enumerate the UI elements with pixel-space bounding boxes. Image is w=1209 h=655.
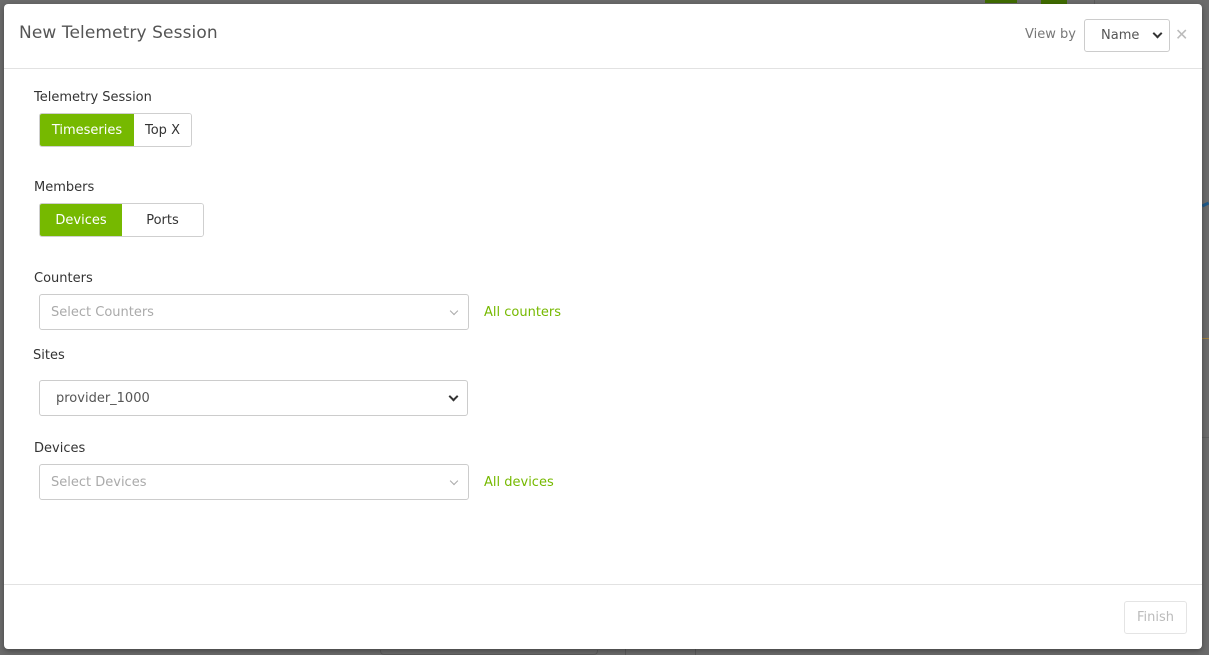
close-icon[interactable]: ✕: [1175, 25, 1188, 45]
sites-label: Sites: [33, 348, 65, 363]
view-by-select[interactable]: Name: [1084, 19, 1170, 52]
background-element: [1202, 437, 1209, 438]
telemetry-session-toggle: Timeseries Top X: [39, 113, 192, 147]
counters-select[interactable]: Select Counters: [39, 294, 469, 330]
chevron-down-icon: [448, 391, 459, 401]
devices-select[interactable]: Select Devices: [39, 464, 469, 500]
finish-button[interactable]: Finish: [1124, 601, 1187, 634]
view-by-selected-value: Name: [1101, 28, 1140, 43]
sites-select[interactable]: provider_1000: [39, 380, 468, 416]
chevron-down-icon: [449, 476, 459, 485]
sites-selected-value: provider_1000: [56, 390, 150, 406]
top-x-button[interactable]: Top X: [134, 114, 191, 146]
telemetry-session-label: Telemetry Session: [34, 90, 152, 105]
background-element: [695, 649, 696, 655]
ports-toggle-button[interactable]: Ports: [122, 204, 203, 236]
chevron-down-icon: [449, 306, 459, 315]
view-by-label: View by: [1025, 27, 1076, 42]
new-telemetry-session-modal: New Telemetry Session View by Name ✕ Tel…: [4, 4, 1202, 649]
background-element: [625, 649, 626, 655]
background-chart-line: [1202, 338, 1209, 339]
modal-footer: Finish: [4, 584, 1202, 649]
devices-placeholder: Select Devices: [51, 474, 147, 490]
background-chart-line: [1201, 201, 1209, 208]
devices-toggle-button[interactable]: Devices: [40, 204, 122, 236]
modal-body: Telemetry Session Timeseries Top X Membe…: [4, 69, 1202, 584]
background-element: [380, 650, 598, 655]
background-element: [985, 0, 1017, 3]
counters-label: Counters: [34, 271, 93, 286]
members-toggle: Devices Ports: [39, 203, 204, 237]
modal-header: New Telemetry Session View by Name ✕: [4, 4, 1202, 69]
all-devices-link[interactable]: All devices: [484, 475, 554, 490]
all-counters-link[interactable]: All counters: [484, 305, 561, 320]
devices-label: Devices: [34, 441, 86, 456]
members-label: Members: [34, 180, 95, 195]
counters-placeholder: Select Counters: [51, 304, 154, 320]
modal-title: New Telemetry Session: [19, 23, 218, 43]
timeseries-button[interactable]: Timeseries: [40, 114, 134, 146]
chevron-down-icon: [1152, 28, 1163, 39]
